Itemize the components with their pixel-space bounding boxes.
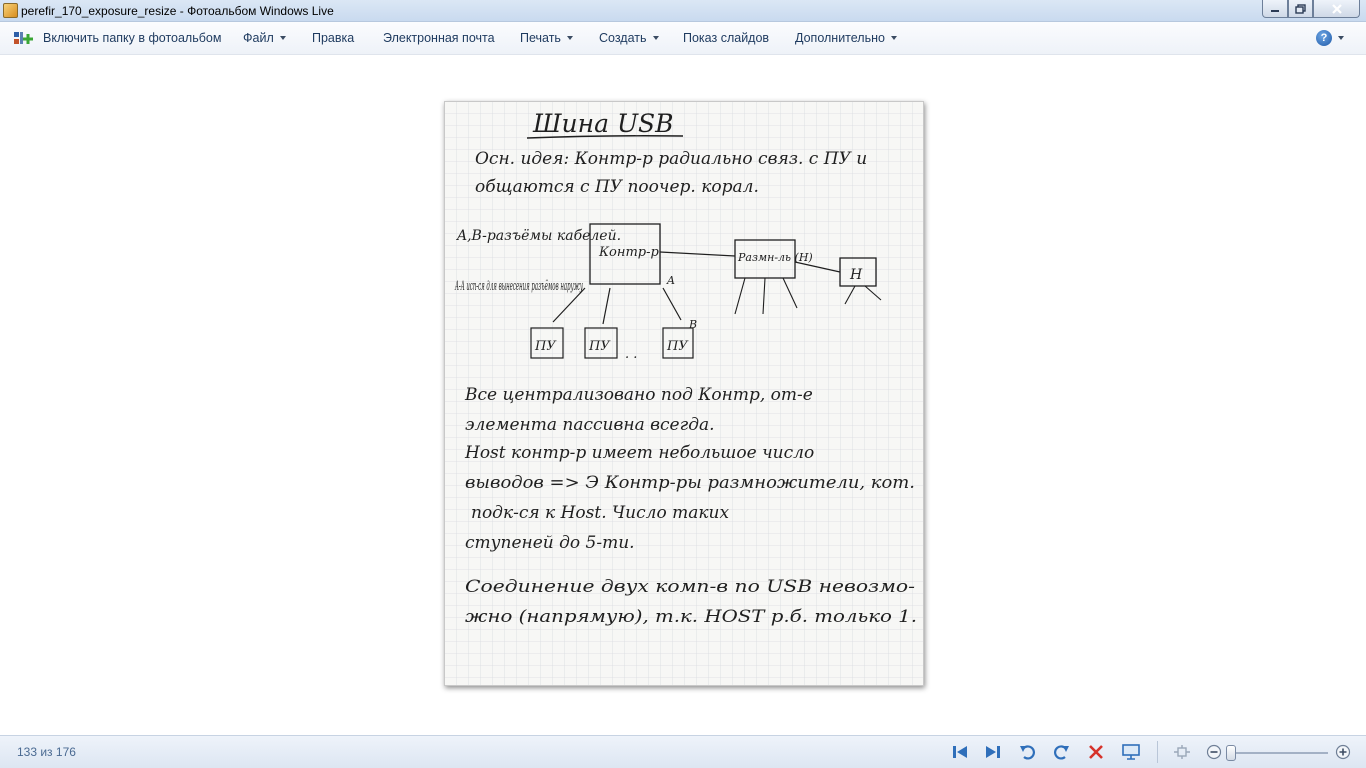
- print-menu[interactable]: Печать: [520, 31, 573, 45]
- minimize-icon: [1271, 9, 1279, 12]
- rotate-right-button[interactable]: [1052, 743, 1072, 761]
- zoom-slider-thumb[interactable]: [1226, 745, 1236, 761]
- next-icon: [986, 746, 1000, 758]
- maximize-button[interactable]: [1288, 0, 1313, 18]
- diagram-label-a: A: [666, 274, 675, 287]
- diagram-side-note-2: A-A исп-ся для вынесения разъёмов наружу: [455, 279, 584, 294]
- note-line-5: Host контр-р имеет небольшое число: [464, 443, 814, 463]
- chevron-down-icon: [566, 36, 573, 40]
- note-line-10: жно (напрямую), т.к. HOST р.б. только 1.: [465, 607, 917, 627]
- note-line-4: элемента пассивна всегда.: [465, 415, 715, 435]
- note-line-1: Осн. идея: Контр-р радиально связ. с ПУ …: [475, 149, 867, 169]
- delete-icon: [1089, 745, 1103, 759]
- note-line-8: ступеней до 5-ти.: [465, 533, 635, 553]
- slideshow-icon: [1122, 744, 1140, 760]
- slideshow-menu-label: Показ слайдов: [683, 31, 770, 45]
- file-menu[interactable]: Файл: [243, 31, 286, 45]
- chevron-down-icon: [890, 36, 897, 40]
- help-button[interactable]: ?: [1316, 29, 1346, 47]
- slideshow-button[interactable]: [1121, 743, 1141, 761]
- diagram-hub-small-label: H: [849, 267, 863, 283]
- include-folder-icon: [14, 32, 33, 44]
- edit-menu-label: Правка: [312, 31, 355, 45]
- actual-size-icon: [1174, 745, 1190, 759]
- chevron-down-icon: [279, 36, 286, 40]
- diagram-pu-1: ПУ: [534, 339, 557, 354]
- window-title: perefir_170_exposure_resize - Фотоальбом…: [21, 4, 334, 18]
- delete-button[interactable]: [1086, 743, 1106, 761]
- more-menu[interactable]: Дополнительно: [795, 31, 897, 45]
- file-menu-label: Файл: [243, 31, 274, 45]
- email-menu[interactable]: Электронная почта: [383, 31, 495, 45]
- minimize-button[interactable]: [1262, 0, 1288, 18]
- diagram-pu-3: ПУ: [666, 339, 689, 354]
- diagram-hub-label: Размн-ль (H): [737, 251, 813, 264]
- next-button[interactable]: [983, 743, 1003, 761]
- diagram-ellipsis: . .: [625, 347, 637, 362]
- chevron-down-icon: [1338, 36, 1344, 40]
- edit-menu[interactable]: Правка: [312, 31, 354, 45]
- include-folder-label: Включить папку в фотоальбом: [43, 31, 222, 45]
- diagram-pu-2: ПУ: [588, 339, 611, 354]
- status-bar: 133 из 176: [0, 735, 1366, 768]
- title-bar: perefir_170_exposure_resize - Фотоальбом…: [0, 0, 1366, 22]
- note-line-6: выводов => Э Контр-ры размножители, кот.: [465, 473, 915, 493]
- chevron-down-icon: [652, 36, 659, 40]
- displayed-photo[interactable]: Шина USB Осн. идея: Контр-р радиально св…: [444, 101, 924, 686]
- note-line-9: Соединение двух комп-в по USB невозмо-: [465, 577, 915, 597]
- note-heading: Шина USB: [532, 109, 674, 138]
- photo-counter: 133 из 176: [17, 745, 76, 759]
- close-button[interactable]: [1313, 0, 1360, 18]
- previous-button[interactable]: [950, 743, 970, 761]
- zoom-in-button[interactable]: [1333, 743, 1353, 761]
- restore-icon: [1295, 3, 1306, 14]
- rotate-right-icon: [1054, 745, 1069, 760]
- close-icon: [1331, 3, 1342, 14]
- include-folder-menu[interactable]: Включить папку в фотоальбом: [43, 31, 221, 45]
- rotate-left-button[interactable]: [1017, 743, 1037, 761]
- note-line-2: общаются с ПУ поочер. корал.: [475, 177, 759, 197]
- photo-gallery-app-icon[interactable]: [3, 3, 18, 18]
- help-icon: ?: [1316, 30, 1332, 46]
- zoom-out-button[interactable]: [1204, 743, 1224, 761]
- email-menu-label: Электронная почта: [383, 31, 495, 45]
- status-separator: [1157, 741, 1158, 763]
- actual-size-button[interactable]: [1172, 743, 1192, 761]
- zoom-slider-track[interactable]: [1232, 752, 1328, 754]
- print-menu-label: Печать: [520, 31, 561, 45]
- slideshow-menu[interactable]: Показ слайдов: [683, 31, 769, 45]
- handwritten-notes-page: Шина USB Осн. идея: Контр-р радиально св…: [445, 102, 923, 685]
- note-line-3: Все централизовано под Контр, от-е: [464, 385, 813, 405]
- note-line-7: подк-ся к Host. Число таких: [471, 503, 729, 523]
- rotate-left-icon: [1020, 745, 1035, 760]
- zoom-out-icon: [1206, 744, 1222, 760]
- previous-icon: [953, 746, 967, 758]
- create-menu[interactable]: Создать: [599, 31, 659, 45]
- create-menu-label: Создать: [599, 31, 647, 45]
- more-menu-label: Дополнительно: [795, 31, 885, 45]
- diagram-controller-label: Контр-р: [598, 245, 659, 260]
- diagram-side-note-1: A,B-разъёмы кабелей.: [455, 228, 621, 244]
- menu-bar: Включить папку в фотоальбом Файл Правка …: [0, 22, 1366, 55]
- zoom-in-icon: [1335, 744, 1351, 760]
